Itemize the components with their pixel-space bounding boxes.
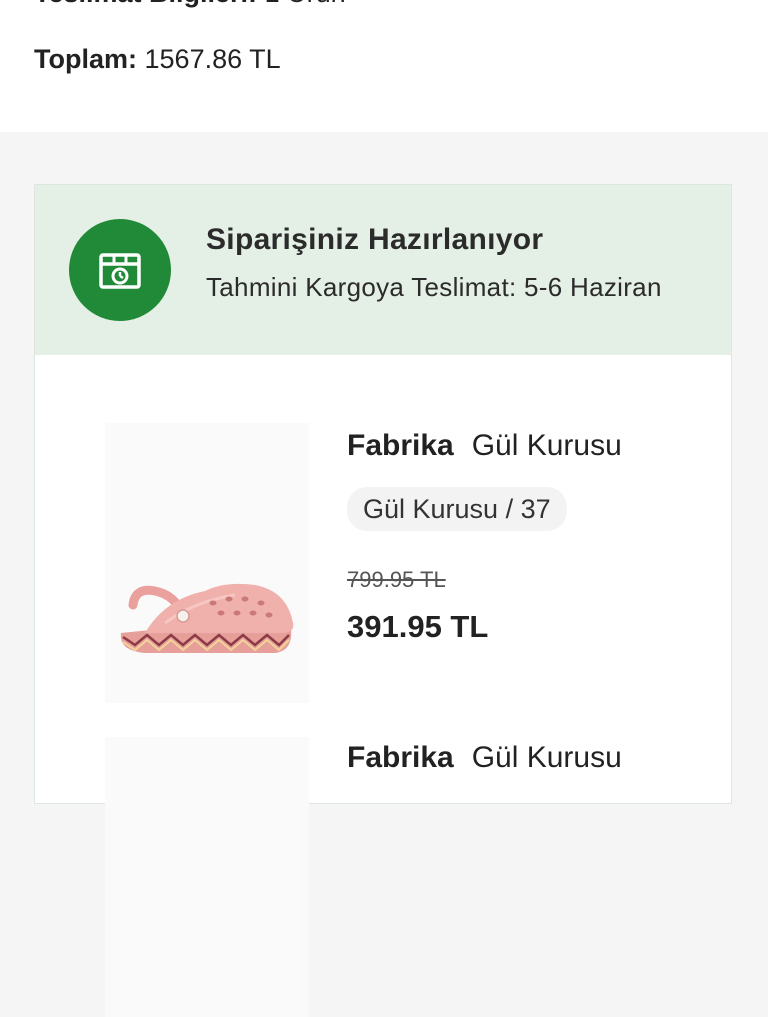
discounted-price: 391.95 TL [347,609,489,644]
total-value: 1567.86 TL [144,44,281,74]
product-title[interactable]: Fabrika Gül Kurusu [347,741,622,775]
total-label: Toplam: [34,44,137,74]
product-image[interactable] [105,737,309,1017]
order-summary-card: Teslimat Bilgileri: 1 Ürün Toplam: 1567.… [0,0,768,132]
delivery-label: Teslimat Bilgileri: [34,0,257,8]
delivery-value: 1 Ürün [265,0,346,8]
product-title[interactable]: Fabrika Gül Kurusu [347,429,622,463]
package-clock-icon [69,219,171,321]
product-brand: Fabrika [347,741,454,774]
original-price: 799.95 TL [347,567,446,592]
status-title: Siparişiniz Hazırlanıyor [206,223,544,256]
product-brand: Fabrika [347,429,454,462]
order-total: Toplam: 1567.86 TL [34,44,281,75]
shipment-card: Siparişiniz Hazırlanıyor Tahmini Kargoya… [34,184,732,1017]
status-banner: Siparişiniz Hazırlanıyor Tahmini Kargoya… [35,185,731,355]
estimated-delivery: Tahmini Kargoya Teslimat: 5-6 Haziran [206,272,662,302]
pink-clog-shoe-image [120,583,294,653]
product-name: Gül Kurusu [471,741,622,774]
variant-badge: Gül Kurusu / 37 [347,487,567,531]
product-name: Gül Kurusu [471,429,622,462]
delivery-info: Teslimat Bilgileri: 1 Ürün [34,0,346,9]
product-image[interactable] [105,423,309,703]
